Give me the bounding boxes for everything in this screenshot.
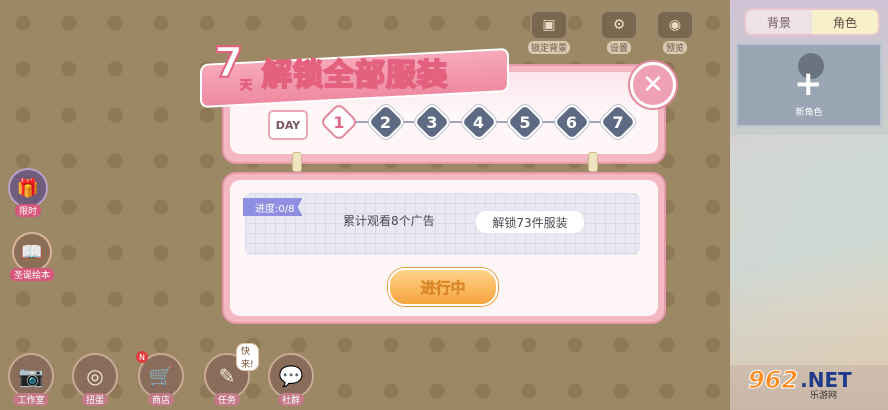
dialog-title: 7 天 解锁全部服装 bbox=[200, 37, 510, 109]
title-number: 7 bbox=[213, 37, 244, 88]
lock-background-icon: ▣ bbox=[530, 10, 568, 40]
day-step-7: 7 bbox=[601, 105, 635, 139]
watermark-sub: 乐游网 bbox=[810, 391, 838, 401]
day-step-5: 5 bbox=[508, 105, 542, 139]
limited-time-label: 限时 bbox=[14, 204, 41, 217]
preview-button[interactable]: ◉ 预览 bbox=[656, 10, 694, 54]
christmas-book-button[interactable]: 📖 圣诞绘本 bbox=[10, 232, 55, 281]
watermark-logo: 962 .NET 乐游网 bbox=[747, 360, 882, 402]
day-step-2: 2 bbox=[368, 105, 403, 139]
reward-pill: 解锁73件服装 bbox=[475, 210, 585, 234]
day-step-4: 4 bbox=[461, 105, 496, 139]
close-button[interactable]: ✕ bbox=[630, 62, 676, 108]
plus-icon: + bbox=[794, 64, 823, 104]
new-character-slot[interactable]: + 新角色 bbox=[736, 43, 882, 127]
day-step-number: 1 bbox=[333, 112, 345, 132]
day-step-6: 6 bbox=[554, 105, 589, 139]
day-step-number: 5 bbox=[519, 112, 531, 132]
nav-tasks-label: 任务 bbox=[213, 393, 240, 406]
settings-button[interactable]: ⚙ 设置 bbox=[600, 10, 638, 54]
day-step-number: 3 bbox=[426, 112, 438, 132]
progress-tag: 进度:0/8 bbox=[243, 198, 303, 216]
nav-tasks[interactable]: ✎ 快来! 任务 bbox=[204, 343, 259, 406]
slot-label: 新角色 bbox=[795, 108, 823, 118]
gift-icon: 🎁 bbox=[8, 168, 48, 208]
limited-time-button[interactable]: 🎁 限时 bbox=[8, 168, 48, 217]
lock-background-label: 锁定背景 bbox=[528, 41, 571, 54]
nav-community-label: 社群 bbox=[277, 393, 304, 406]
nav-studio[interactable]: 📷 工作室 bbox=[8, 353, 54, 406]
nav-gacha[interactable]: ◎ 扭蛋 bbox=[72, 353, 118, 406]
nav-community[interactable]: 💬 社群 bbox=[268, 353, 314, 406]
day-step-3: 3 bbox=[415, 105, 449, 139]
nav-shop[interactable]: 🛒 N 商店 bbox=[136, 351, 184, 406]
tab-character[interactable]: 角色 bbox=[812, 10, 878, 34]
eye-icon: ◉ bbox=[656, 10, 694, 40]
christmas-book-label: 圣诞绘本 bbox=[10, 268, 55, 281]
in-progress-button[interactable]: 进行中 bbox=[388, 268, 498, 306]
watermark-number: 962 bbox=[747, 366, 799, 395]
title-unit: 天 bbox=[239, 78, 253, 93]
task-description: 累计观看8个广告 bbox=[343, 214, 435, 228]
title-text: 解锁全部服装 bbox=[261, 57, 448, 94]
nav-gacha-label: 扭蛋 bbox=[81, 393, 108, 406]
lock-background-button[interactable]: ▣ 锁定背景 bbox=[528, 10, 571, 54]
hurry-bubble: 快来! bbox=[236, 343, 259, 371]
card-pin-left bbox=[292, 152, 302, 172]
nav-shop-label: 商店 bbox=[147, 393, 174, 406]
tab-background[interactable]: 背景 bbox=[746, 10, 812, 34]
nav-studio-label: 工作室 bbox=[13, 393, 49, 406]
day-step-number: 6 bbox=[565, 112, 578, 132]
day-label: DAY bbox=[268, 110, 308, 140]
card-pin-right bbox=[588, 152, 598, 172]
preview-label: 预览 bbox=[662, 41, 687, 54]
gear-icon: ⚙ bbox=[600, 10, 638, 40]
day-step-number: 2 bbox=[379, 112, 392, 132]
settings-label: 设置 bbox=[606, 41, 631, 54]
rainbow-decoration bbox=[730, 135, 888, 365]
day-step-number: 4 bbox=[472, 112, 485, 132]
new-badge: N bbox=[136, 351, 148, 363]
panel-tabs: 背景 角色 bbox=[744, 8, 880, 36]
book-icon: 📖 bbox=[12, 232, 52, 272]
day-step-number: 7 bbox=[612, 112, 624, 132]
close-icon: ✕ bbox=[642, 70, 664, 100]
day-step-1: 1 bbox=[322, 105, 356, 139]
